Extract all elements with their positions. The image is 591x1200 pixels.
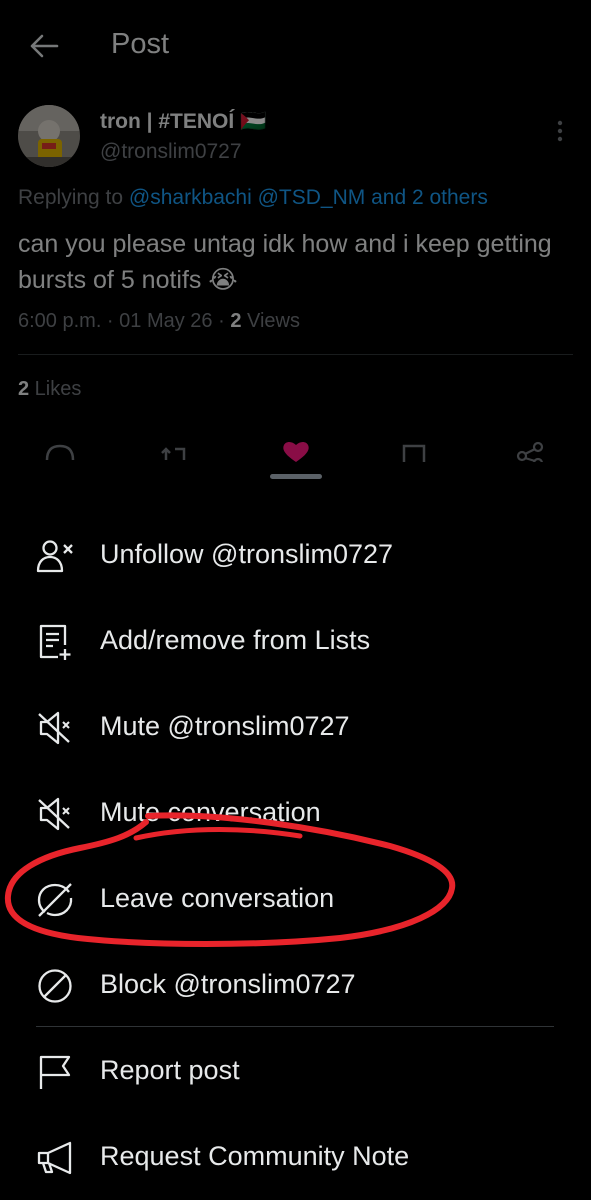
divider — [36, 1026, 554, 1027]
menu-item-leave-conversation[interactable]: Leave conversation — [0, 857, 591, 943]
menu-item-label: Request Community Note — [100, 1141, 410, 1171]
flag-icon — [39, 1055, 71, 1089]
menu-item-label: Block @tronslim0727 — [100, 969, 356, 999]
unfollow-user-icon — [36, 540, 73, 573]
menu-item-label: Mute @tronslim0727 — [100, 711, 350, 741]
menu-item-report[interactable]: Report post — [0, 1029, 591, 1115]
menu-item-block[interactable]: Block @tronslim0727 — [0, 943, 591, 1029]
menu-item-unfollow[interactable]: Unfollow @tronslim0727 — [0, 513, 591, 599]
mute-icon — [38, 711, 70, 745]
block-icon — [38, 969, 72, 1003]
post-meta: 6:00 p.m. · 01 May 26 · 2 Views — [18, 310, 300, 333]
replying-to: Replying to @sharkbachi @TSD_NM and 2 ot… — [18, 186, 488, 210]
avatar[interactable] — [18, 105, 80, 167]
more-options-icon[interactable] — [548, 116, 572, 146]
views-label: Views — [241, 310, 300, 332]
likes-count[interactable]: 2 Likes — [18, 378, 81, 401]
mute-icon — [38, 797, 70, 831]
display-name[interactable]: tron | #TENOÍ 🇵🇸 — [100, 110, 266, 134]
menu-item-lists[interactable]: Add/remove from Lists — [0, 599, 591, 685]
menu-item-mute-conversation[interactable]: Mute conversation — [0, 771, 591, 857]
menu-item-community-note[interactable]: Request Community Note — [0, 1115, 591, 1200]
list-add-icon — [39, 624, 71, 660]
back-button[interactable] — [24, 26, 64, 66]
arrow-left-icon — [30, 34, 59, 58]
views-count: 2 — [230, 310, 242, 332]
megaphone-icon — [37, 1141, 72, 1175]
user-handle[interactable]: @tronslim0727 — [100, 140, 242, 164]
replying-prefix: Replying to — [18, 186, 124, 209]
options-sheet: Unfollow @tronslim0727 Add/remove from L… — [0, 462, 591, 1200]
likes-number: 2 — [18, 378, 30, 400]
sheet-grabber[interactable] — [270, 474, 322, 479]
post-timestamp: 6:00 p.m. · 01 May 26 · — [18, 310, 231, 332]
menu-item-mute-user[interactable]: Mute @tronslim0727 — [0, 685, 591, 771]
menu-item-label: Mute conversation — [100, 797, 321, 827]
menu-item-label: Unfollow @tronslim0727 — [100, 539, 394, 569]
likes-label: Likes — [29, 378, 82, 400]
divider — [18, 354, 573, 355]
replying-mentions[interactable]: @sharkbachi @TSD_NM and 2 others — [129, 186, 488, 209]
menu-item-label: Leave conversation — [100, 883, 335, 913]
top-bar: Post — [0, 0, 591, 92]
page-title: Post — [111, 28, 170, 60]
menu-item-label: Add/remove from Lists — [100, 625, 371, 655]
post-text: can you please untag idk how and i keep … — [18, 230, 552, 294]
menu-item-label: Report post — [100, 1055, 240, 1085]
leave-conversation-icon — [37, 883, 73, 917]
